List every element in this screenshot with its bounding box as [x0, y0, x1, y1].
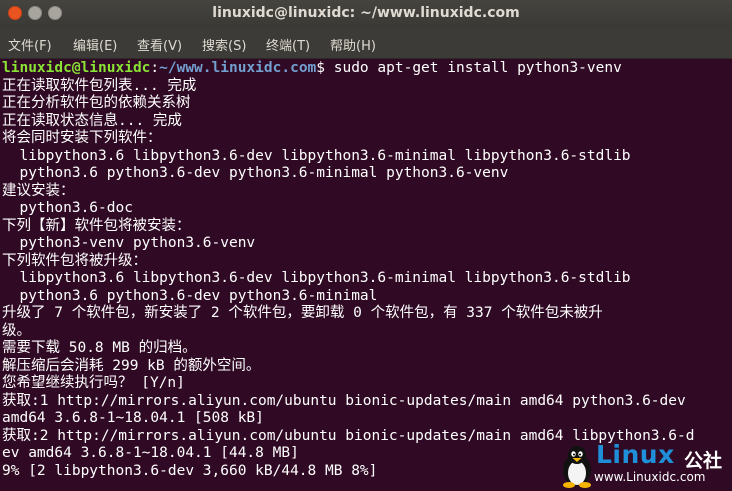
window-title: linuxidc@linuxidc: ~/www.linuxidc.com	[212, 5, 520, 21]
output-line: 9% [2 libpython3.6-dev 3,660 kB/44.8 MB …	[2, 462, 378, 479]
prompt-user: linuxidc@linuxidc	[2, 60, 151, 76]
title-bar[interactable]: linuxidc@linuxidc: ~/www.linuxidc.com	[0, 0, 732, 28]
output-line: 正在分析软件包的依赖关系树	[2, 95, 191, 111]
output-line: 下列软件包将被升级：	[2, 252, 147, 269]
prompt-separator: :	[150, 60, 160, 76]
watermark-brand: Linux	[596, 440, 675, 469]
prompt-dollar: $	[316, 60, 326, 76]
output-line: 需要下载 50.8 MB 的归档。	[2, 340, 197, 356]
output-line: 将会同时安装下列软件：	[2, 130, 162, 146]
penguin-icon	[563, 446, 591, 488]
output-line: python3.6 python3.6-dev python3.6-minima…	[2, 165, 509, 181]
menu-file[interactable]: 文件(F)	[8, 35, 52, 54]
prompt-command: sudo apt-get install python3-venv	[325, 60, 622, 76]
output-line: amd64 3.6.8-1~18.04.1 [508 kB]	[2, 410, 264, 426]
menu-edit[interactable]: 编辑(E)	[73, 35, 117, 54]
watermark-brand-cn: 公社	[684, 450, 723, 472]
output-line: python3.6-doc	[2, 200, 133, 216]
terminal-window: linuxidc@linuxidc: ~/www.linuxidc.com 文件…	[0, 0, 732, 491]
output-line: 获取:1 http://mirrors.aliyun.com/ubuntu bi…	[2, 392, 686, 409]
output-line: 正在读取状态信息... 完成	[2, 112, 182, 129]
watermark-logo: Linux 公社 www.Linuxidc.com	[556, 440, 732, 491]
output-line: libpython3.6 libpython3.6-dev libpython3…	[2, 270, 631, 286]
output-line: 解压缩后会消耗 299 kB 的额外空间。	[2, 357, 261, 374]
output-line: 建议安装：	[2, 182, 75, 199]
menu-view[interactable]: 查看(V)	[137, 35, 182, 54]
output-line: python3.6 python3.6-dev python3.6-minima…	[2, 287, 378, 304]
output-line: python3-venv python3.6-venv	[2, 235, 256, 251]
output-line: ev amd64 3.6.8-1~18.04.1 [44.8 MB]	[2, 445, 299, 461]
output-line: 您希望继续执行吗？ [Y/n]	[2, 375, 185, 391]
terminal-output[interactable]: linuxidc@linuxidc:~/www.linuxidc.com$ su…	[2, 59, 730, 491]
menu-bar: 文件(F) 编辑(E) 查看(V) 搜索(S) 终端(T) 帮助(H)	[0, 28, 732, 59]
prompt-line: linuxidc@linuxidc:~/www.linuxidc.com$ su…	[2, 59, 622, 77]
menu-search[interactable]: 搜索(S)	[202, 35, 246, 54]
output-line: 正在读取软件包列表... 完成	[2, 77, 197, 94]
output-line: libpython3.6 libpython3.6-dev libpython3…	[2, 147, 631, 164]
menu-help[interactable]: 帮助(H)	[330, 35, 376, 54]
prompt-path: ~/www.linuxidc.com	[159, 60, 317, 76]
output-line: 升级了 7 个软件包，新安装了 2 个软件包，要卸载 0 个软件包，有 337 …	[2, 305, 603, 321]
output-line: 下列【新】软件包将被安装：	[2, 217, 191, 234]
menu-terminal[interactable]: 终端(T)	[266, 35, 310, 54]
watermark-url: www.Linuxidc.com	[594, 470, 706, 484]
output-line: 级。	[2, 322, 31, 339]
